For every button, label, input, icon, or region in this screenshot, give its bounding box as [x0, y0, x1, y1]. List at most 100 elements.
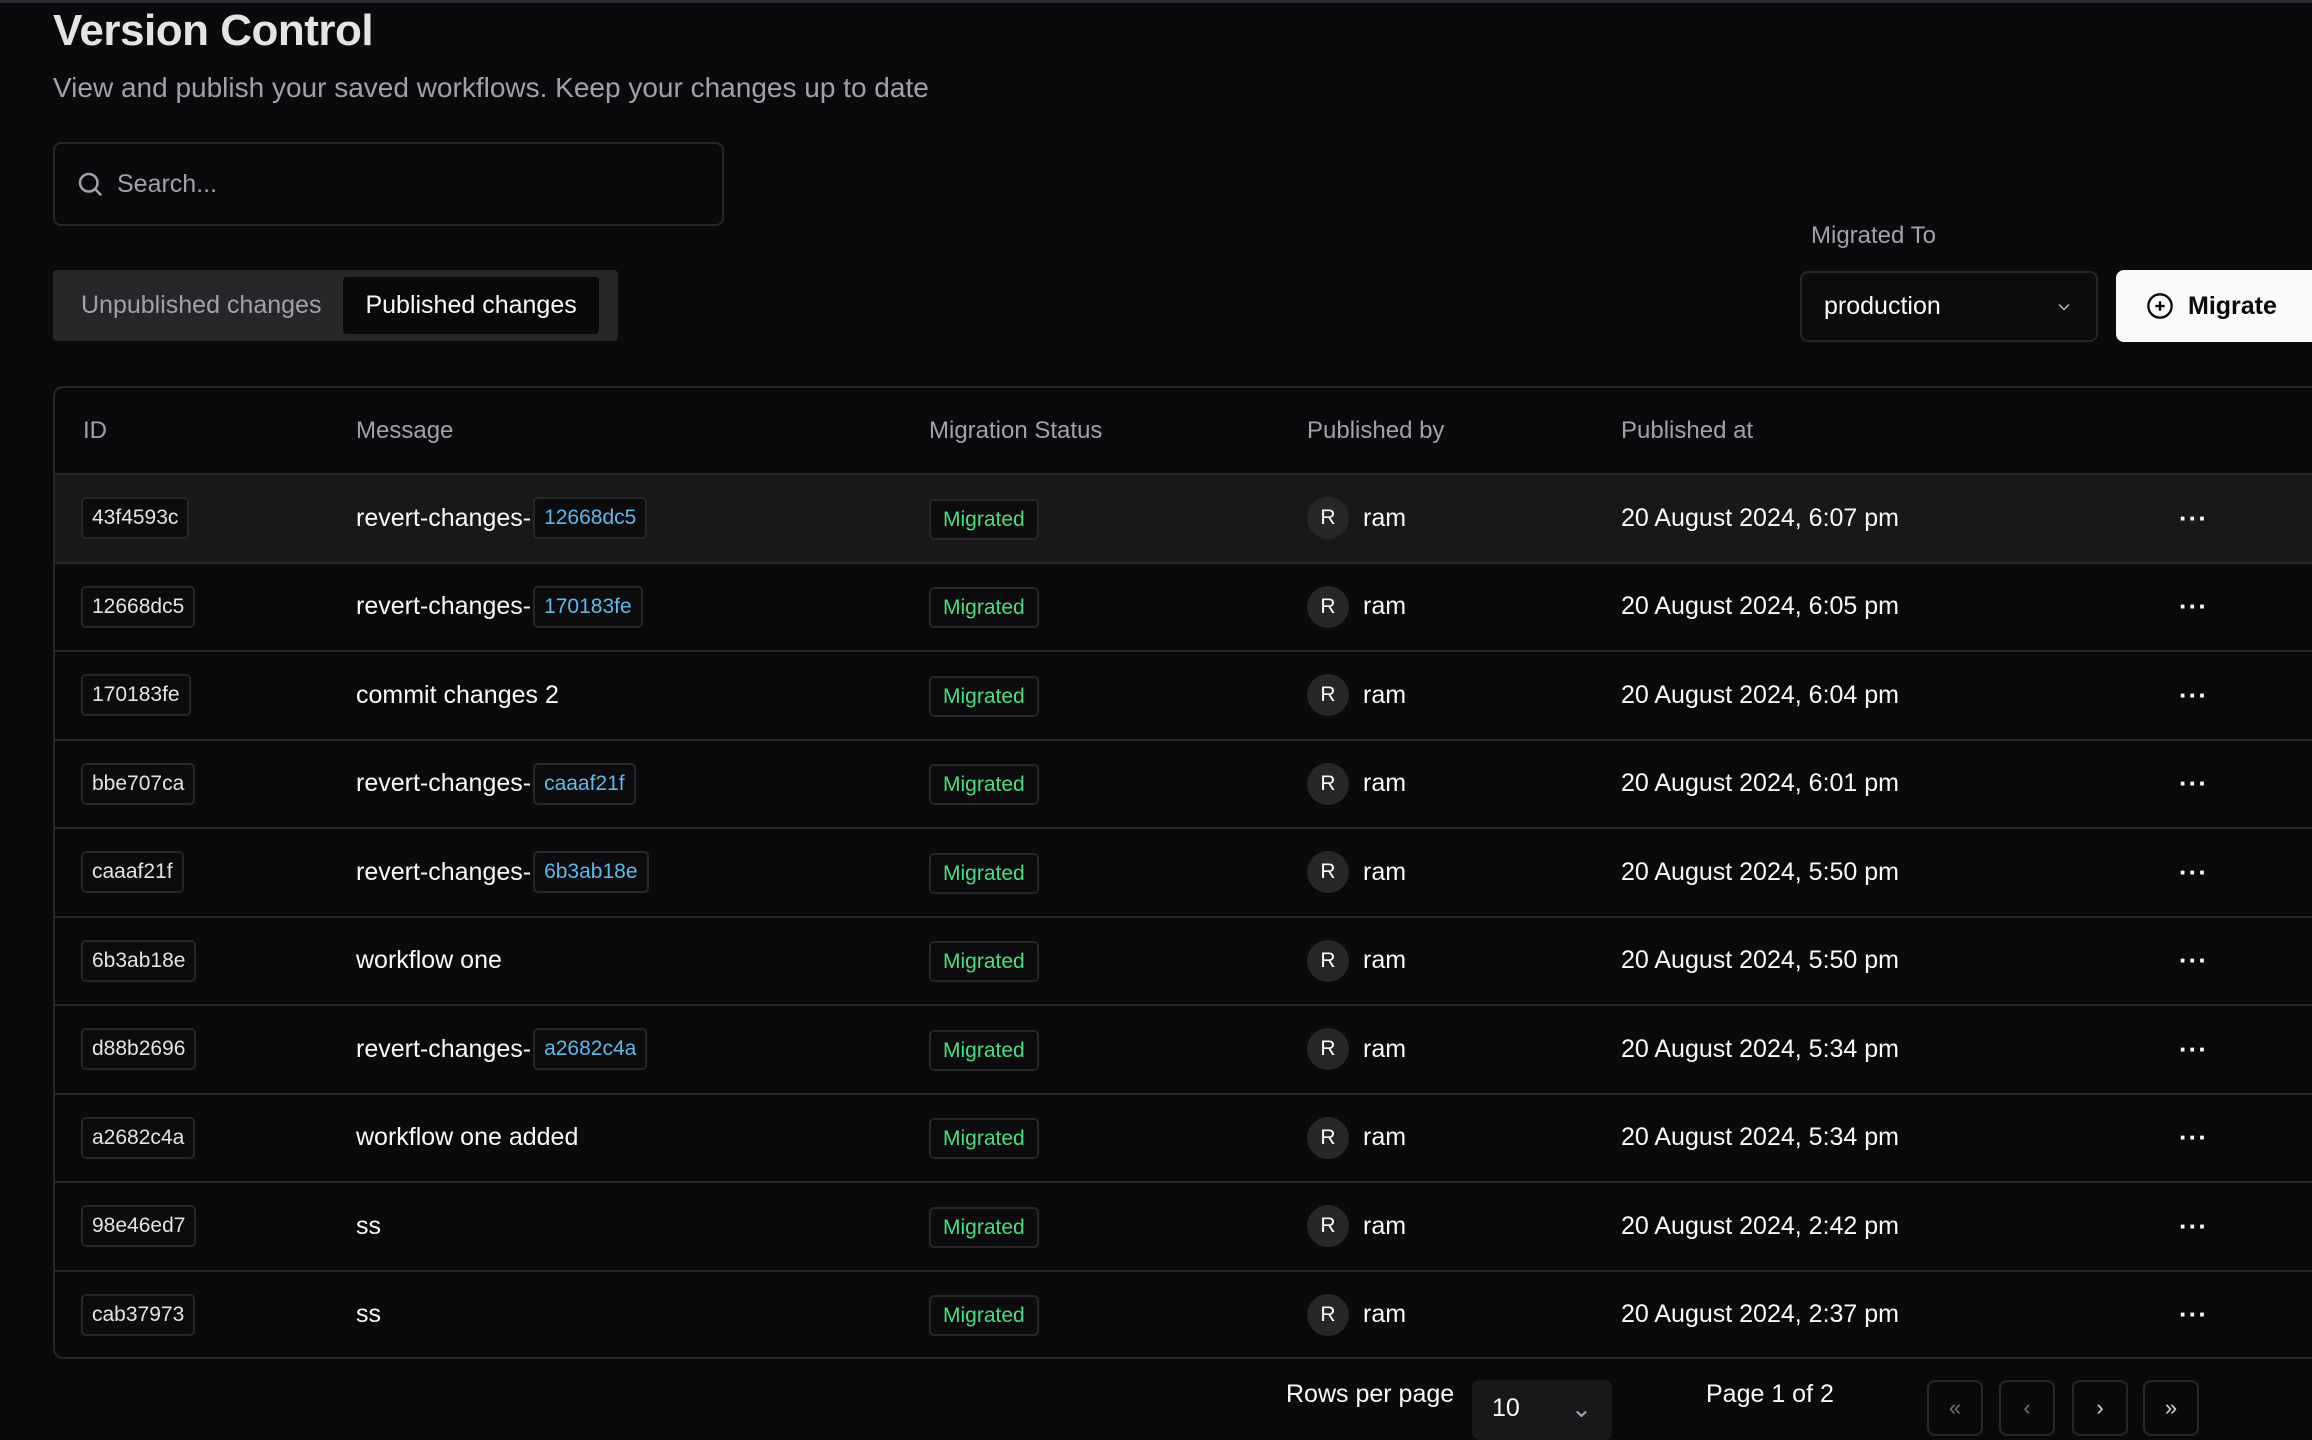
page-subtitle: View and publish your saved workflows. K… — [53, 72, 929, 103]
published-at: 20 August 2024, 5:50 pm — [1621, 857, 1899, 886]
tab-unpublished-changes[interactable]: Unpublished changes — [59, 277, 343, 334]
published-at: 20 August 2024, 6:07 pm — [1621, 503, 1899, 532]
commit-id-badge[interactable]: 98e46ed7 — [81, 1205, 197, 1248]
search-icon — [78, 172, 103, 197]
last-page-button[interactable]: » — [2143, 1380, 2199, 1436]
avatar: R — [1307, 1116, 1349, 1159]
table-row[interactable]: bbe707ca revert-changes-caaaf21f Migrated R… — [55, 741, 2312, 829]
publisher-name: ram — [1363, 592, 1407, 621]
search-box[interactable] — [53, 142, 724, 226]
avatar: R — [1307, 762, 1349, 805]
commit-message: workflow one — [356, 946, 502, 975]
reverted-commit-link[interactable]: caaaf21f — [533, 762, 636, 805]
more-actions-icon[interactable]: ··· — [2179, 768, 2208, 799]
avatar: R — [1307, 1205, 1349, 1248]
chevrons-left-icon: « — [1948, 1395, 1962, 1420]
migration-status-badge: Migrated — [929, 941, 1039, 983]
table-row[interactable]: caaaf21f revert-changes- 6b3ab18e Migrated R… — [55, 829, 2312, 918]
commit-message: revert-changes- — [356, 1034, 532, 1063]
more-actions-icon[interactable]: ··· — [2179, 1034, 2208, 1065]
migrated-to-label: Migrated To — [1811, 222, 1936, 249]
more-actions-icon[interactable]: ··· — [2179, 1299, 2208, 1330]
published-at: 20 August 2024, 5:34 pm — [1621, 1034, 1899, 1063]
environment-select-value: production — [1824, 292, 1941, 320]
tab-list: Unpublished changes Published changes — [53, 270, 618, 341]
commit-id-badge[interactable]: 12668dc5 — [81, 585, 196, 628]
published-at: 20 August 2024, 6:01 pm — [1621, 769, 1899, 798]
commit-id-badge[interactable]: 170183fe — [81, 674, 191, 717]
publisher-name: ram — [1363, 1034, 1407, 1063]
rows-per-page-select[interactable]: 10 ⌄ — [1472, 1380, 1612, 1440]
commit-message: ss — [356, 1211, 381, 1240]
search-input[interactable] — [117, 169, 677, 199]
chevron-down-icon — [2058, 303, 2070, 311]
migrate-button[interactable]: Migrate — [2116, 270, 2312, 342]
table-row[interactable]: 43f4593c revert-changes- 12668dc5 Migrated R… — [55, 475, 2312, 564]
commit-id-badge[interactable]: cab37973 — [81, 1293, 196, 1336]
commit-message: workflow one added — [356, 1123, 579, 1152]
reverted-commit-link[interactable]: 170183fe — [533, 585, 643, 628]
migration-status-badge: Migrated — [929, 1118, 1039, 1160]
more-actions-icon[interactable]: ··· — [2179, 945, 2208, 976]
publisher-name: ram — [1363, 503, 1407, 532]
more-actions-icon[interactable]: ··· — [2179, 1122, 2208, 1153]
previous-page-button[interactable]: ‹ — [1999, 1380, 2055, 1436]
published-at: 20 August 2024, 2:37 pm — [1621, 1300, 1899, 1329]
commit-message: ss — [356, 1300, 381, 1329]
migration-status-badge: Migrated — [929, 675, 1039, 717]
publisher-name: ram — [1363, 769, 1407, 798]
column-header-message: Message — [356, 416, 454, 444]
migrate-button-label: Migrate — [2188, 291, 2277, 320]
published-at: 20 August 2024, 6:04 pm — [1621, 680, 1899, 709]
commit-id-badge[interactable]: caaaf21f — [81, 851, 184, 894]
reverted-commit-link[interactable]: 6b3ab18e — [533, 851, 649, 894]
migration-status-badge: Migrated — [929, 1029, 1039, 1071]
more-actions-icon[interactable]: ··· — [2179, 680, 2208, 711]
publisher-name: ram — [1363, 1300, 1407, 1329]
more-actions-icon[interactable]: ··· — [2179, 1211, 2208, 1242]
first-page-button[interactable]: « — [1927, 1380, 1983, 1436]
published-at: 20 August 2024, 2:42 pm — [1621, 1211, 1899, 1240]
reverted-commit-link[interactable]: a2682c4a — [533, 1028, 648, 1071]
avatar: R — [1307, 939, 1349, 982]
published-at: 20 August 2024, 6:05 pm — [1621, 592, 1899, 621]
next-page-button[interactable]: › — [2072, 1380, 2128, 1436]
table-row[interactable]: d88b2696 revert-changes-a2682c4a Migrated R… — [55, 1006, 2312, 1095]
environment-select[interactable]: production — [1800, 271, 2098, 342]
tab-published-changes[interactable]: Published changes — [343, 277, 599, 334]
chevrons-right-icon: » — [2164, 1395, 2178, 1420]
commit-id-badge[interactable]: 6b3ab18e — [81, 939, 197, 982]
reverted-commit-link[interactable]: 12668dc5 — [533, 497, 648, 540]
commit-id-badge[interactable]: bbe707ca — [81, 762, 196, 805]
publisher-name: ram — [1363, 1211, 1407, 1240]
migration-status-badge: Migrated — [929, 764, 1039, 806]
commit-message: revert-changes- — [356, 592, 532, 621]
commit-id-badge[interactable]: d88b2696 — [81, 1028, 197, 1071]
published-at: 20 August 2024, 5:50 pm — [1621, 946, 1899, 975]
commit-id-badge[interactable]: 43f4593c — [81, 497, 190, 540]
chevron-down-icon: ⌄ — [1571, 1395, 1592, 1423]
table-row[interactable]: 6b3ab18e workflow one Migrated Rram 20 Augus… — [55, 918, 2312, 1006]
table-row[interactable]: a2682c4a workflow one added Migrated Rram 20… — [55, 1095, 2312, 1183]
migration-status-badge: Migrated — [929, 498, 1039, 540]
more-actions-icon[interactable]: ··· — [2179, 857, 2208, 888]
more-actions-icon[interactable]: ··· — [2179, 503, 2208, 534]
rows-per-page-value: 10 — [1492, 1394, 1520, 1422]
table-row[interactable]: cab37973 ss Migrated Rram 20 August 2024, 2:… — [55, 1272, 2312, 1358]
top-border — [0, 0, 2312, 3]
table-row[interactable]: 170183fe commit changes 2 Migrated Rram 20 A… — [55, 652, 2312, 741]
commit-message: commit changes 2 — [356, 680, 559, 709]
more-actions-icon[interactable]: ··· — [2179, 591, 2208, 622]
migration-status-badge: Migrated — [929, 587, 1039, 629]
avatar: R — [1307, 585, 1349, 628]
chevron-left-icon: ‹ — [2023, 1395, 2031, 1420]
table-row[interactable]: 12668dc5 revert-changes- 170183fe Migrated R… — [55, 564, 2312, 652]
publisher-name: ram — [1363, 857, 1407, 886]
publisher-name: ram — [1363, 946, 1407, 975]
table-row[interactable]: 98e46ed7 ss Migrated Rram 20 August 2024, 2:… — [55, 1183, 2312, 1272]
table-header: ID Message Migration Status Published by… — [55, 388, 2312, 475]
column-header-published-at: Published at — [1621, 416, 1754, 444]
column-header-published-by: Published by — [1307, 416, 1445, 444]
commit-id-badge[interactable]: a2682c4a — [81, 1116, 196, 1159]
avatar: R — [1307, 674, 1349, 717]
